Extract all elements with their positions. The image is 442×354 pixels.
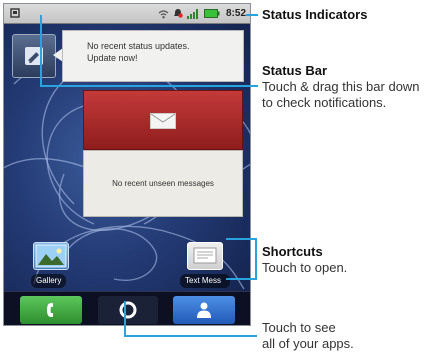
shortcuts-title: Shortcuts [262, 244, 323, 259]
status-bar-callout-line [40, 15, 258, 87]
status-bar-desc-2: to check notifications. [262, 95, 387, 110]
status-bar-title: Status Bar [262, 63, 328, 78]
status-bar-callout: Status Bar Touch & drag this bar down to… [262, 63, 420, 111]
apps-callout: Touch to see all of your apps. [262, 320, 354, 352]
apps-desc-1: Touch to see [262, 320, 336, 335]
shortcuts-callout: Shortcuts Touch to open. [262, 244, 347, 276]
shortcuts-desc: Touch to open. [262, 260, 348, 275]
apps-desc-2: all of your apps. [262, 336, 354, 351]
status-bar-desc-1: Touch & drag this bar down [262, 79, 420, 94]
shortcuts-callout-bracket [226, 238, 257, 280]
status-indicators-callout: Status Indicators [262, 7, 367, 23]
apps-callout-line [124, 301, 257, 337]
status-indicators-title: Status Indicators [262, 7, 368, 22]
callout-lines [40, 14, 258, 337]
